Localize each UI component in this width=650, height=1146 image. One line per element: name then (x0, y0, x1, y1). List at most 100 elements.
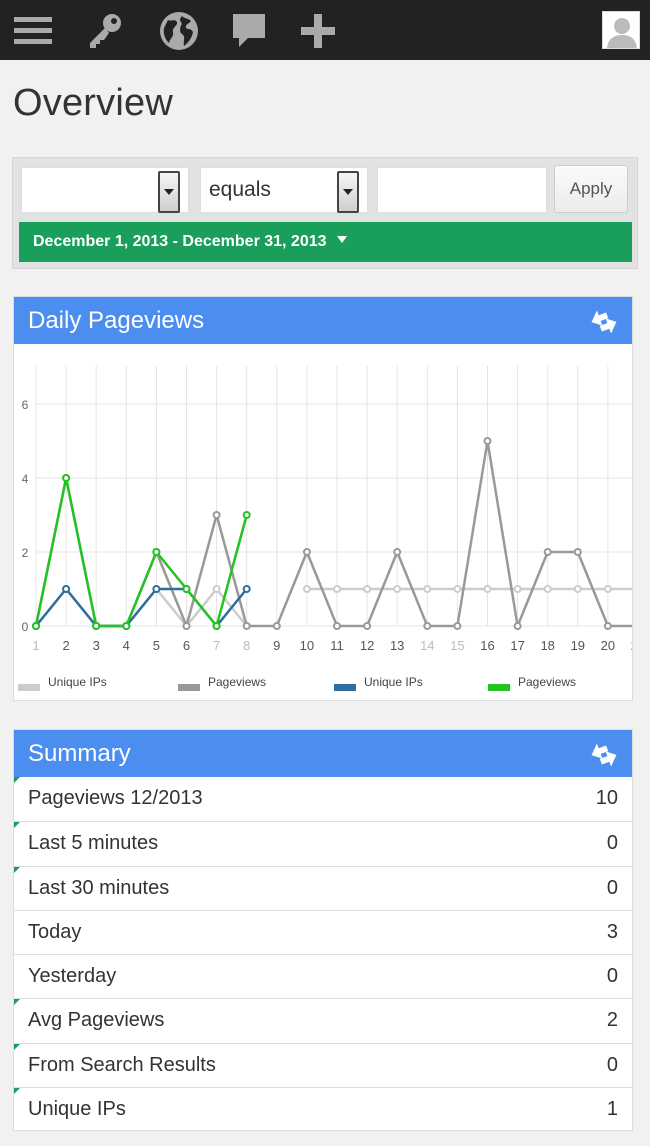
x-tick-label: 12 (360, 638, 374, 653)
summary-row: Last 30 minutes 0 (14, 865, 632, 910)
x-tick-label: 20 (601, 638, 615, 653)
summary-row: From Search Results 0 (14, 1042, 632, 1087)
panel-header: Summary (14, 730, 632, 777)
filter-panel: equals Apply December 1, 2013 - December… (12, 157, 638, 269)
x-tick-label: 15 (450, 638, 464, 653)
x-tick-label: 7 (213, 638, 220, 653)
summary-panel: Summary Pageviews 12/2013 10 Last 5 minut… (13, 729, 633, 1131)
plus-icon[interactable] (297, 10, 339, 52)
x-tick-label: 1 (32, 638, 39, 653)
x-tick-label: 5 (153, 638, 160, 653)
data-point (333, 622, 341, 630)
user-avatar[interactable] (602, 11, 640, 49)
summary-row: Unique IPs 1 (14, 1087, 632, 1131)
refresh-icon[interactable] (588, 306, 620, 336)
legend-label: Unique IPs (48, 675, 107, 689)
data-point (212, 622, 221, 630)
summary-row-label: Today (28, 920, 82, 943)
data-point (212, 585, 221, 593)
summary-row-label: Last 5 minutes (28, 832, 159, 855)
x-tick-label: 19 (571, 638, 585, 653)
chevron-down-icon[interactable] (337, 171, 359, 213)
x-tick-label: 21 (631, 638, 632, 653)
legend-swatch (18, 684, 40, 691)
data-point (242, 585, 251, 593)
data-point (182, 585, 191, 593)
summary-row-value: 0 (606, 832, 618, 855)
data-point (393, 548, 402, 556)
row-flag-marker (14, 1043, 20, 1050)
data-point (543, 585, 552, 593)
x-tick-label: 18 (540, 638, 554, 653)
summary-row-value: 10 (595, 787, 618, 809)
operator-select-value: equals (209, 178, 271, 201)
data-point (453, 622, 462, 630)
page-title: Overview (13, 82, 173, 124)
globe-icon[interactable] (158, 10, 200, 52)
summary-row-value: 2 (606, 1009, 618, 1032)
summary-row-label: From Search Results (28, 1053, 216, 1076)
data-point (182, 622, 191, 630)
summary-row-label: Pageviews 12/2013 (28, 787, 203, 809)
data-point (272, 622, 281, 630)
row-flag-marker (14, 777, 20, 783)
data-point (333, 585, 341, 593)
summary-row-label: Yesterday (28, 965, 117, 988)
menu-icon[interactable] (12, 10, 54, 52)
data-point (423, 622, 432, 630)
x-tick-label: 13 (390, 638, 404, 653)
y-tick-label: 4 (22, 472, 29, 486)
data-point (453, 585, 462, 593)
summary-row: Yesterday 0 (14, 954, 632, 998)
row-flag-marker (14, 1088, 20, 1095)
y-tick-label: 0 (22, 620, 29, 634)
panel-title: Daily Pageviews (28, 307, 205, 334)
field-select[interactable] (21, 167, 189, 213)
chevron-down-icon[interactable] (158, 171, 180, 213)
data-point (483, 437, 492, 445)
row-flag-marker (14, 866, 20, 873)
data-point (152, 548, 161, 556)
summary-row: Today 3 (14, 909, 632, 954)
data-point (122, 622, 131, 630)
data-point (543, 548, 552, 556)
summary-row: Avg Pageviews 2 (14, 998, 632, 1042)
filter-value-input[interactable] (377, 167, 547, 213)
data-point (32, 622, 40, 630)
legend-swatch (178, 684, 200, 691)
apply-button[interactable]: Apply (554, 165, 628, 213)
x-tick-label: 16 (480, 638, 494, 653)
key-icon[interactable] (84, 10, 126, 52)
data-point (573, 548, 582, 556)
summary-row-value: 0 (606, 876, 618, 899)
y-tick-label: 2 (22, 546, 29, 560)
panel-header: Daily Pageviews (14, 297, 632, 344)
data-point (302, 585, 311, 593)
series-line (35, 587, 248, 628)
data-point (152, 585, 161, 593)
data-point (302, 548, 311, 556)
row-flag-marker (14, 999, 20, 1006)
x-tick-label: 2 (62, 638, 69, 653)
x-tick-label: 14 (420, 638, 434, 653)
x-tick-label: 3 (93, 638, 100, 653)
date-range-picker[interactable]: December 1, 2013 - December 31, 2013 (19, 222, 632, 262)
x-tick-label: 10 (300, 638, 314, 653)
daily-pageviews-panel: Daily Pageviews 0 2 4 6 1 2 3 4 5 6 7 8 9 10 11 12 13 14 1… (13, 296, 633, 701)
data-point (573, 585, 582, 593)
x-tick-label: 9 (273, 638, 280, 653)
operator-select[interactable]: equals (200, 167, 368, 213)
data-point (242, 511, 251, 519)
summary-row-label: Unique IPs (28, 1098, 126, 1121)
data-point (62, 474, 71, 482)
row-flag-marker (14, 822, 20, 829)
data-point (513, 585, 522, 593)
comment-icon[interactable] (228, 10, 270, 52)
data-point (242, 622, 251, 630)
refresh-icon[interactable] (588, 739, 620, 769)
x-tick-label: 17 (510, 638, 524, 653)
data-point (603, 585, 612, 593)
summary-row-value: 0 (606, 1053, 618, 1076)
summary-row-label: Avg Pageviews (28, 1009, 165, 1032)
data-point (483, 585, 492, 593)
